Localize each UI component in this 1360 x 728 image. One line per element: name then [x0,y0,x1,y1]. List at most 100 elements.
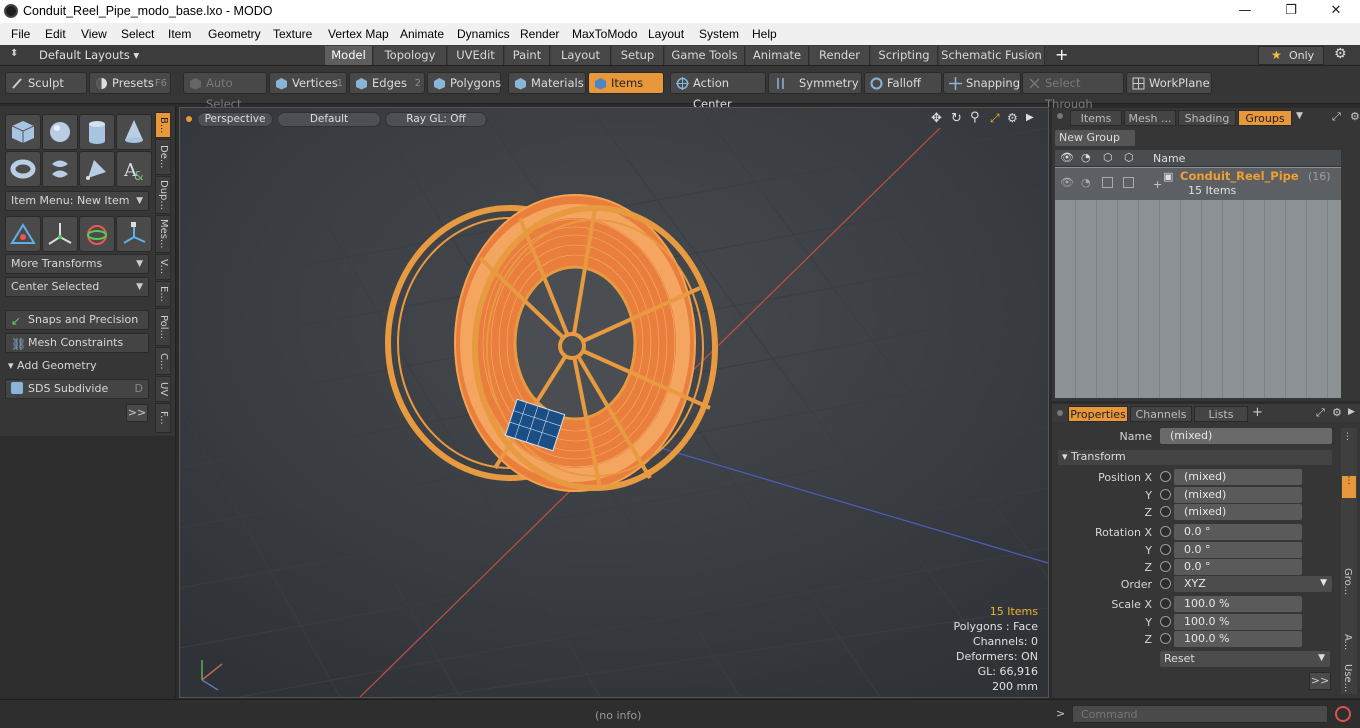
snapping-button[interactable]: Snapping [943,72,1021,94]
position-x-field[interactable]: (mixed) [1174,469,1302,485]
panel-gear-icon[interactable]: ⚙ [1350,110,1360,123]
name-field[interactable]: (mixed) [1160,428,1332,444]
polygons-button[interactable]: Polygons [427,72,501,94]
props-more-button[interactable]: >> [1309,672,1331,690]
menu-layout[interactable]: Layout [648,27,684,41]
lock-icon[interactable]: ⬡ [1103,151,1113,164]
tab-setup[interactable]: Setup [612,46,664,65]
vtab-uv[interactable]: UV [155,376,171,402]
rotation-x-anim-icon[interactable] [1160,526,1171,537]
scale-y-field[interactable]: 100.0 % [1174,614,1302,630]
props-expand-icon[interactable]: ⤢ [1316,406,1325,420]
tab-game-tools[interactable]: Game Tools [665,46,745,65]
orbit-icon[interactable]: ↻ [951,111,962,126]
sculpt-button[interactable]: Sculpt [5,72,87,94]
maximize-viewport-icon[interactable]: ⤢ [990,111,1000,126]
torus-tool-button[interactable] [5,151,41,187]
tab-layout[interactable]: Layout [551,46,611,65]
symmetry-button[interactable]: Symmetry [768,72,862,94]
snaps-precision-button[interactable]: ↙ Snaps and Precision [5,310,149,330]
cone-tool-button[interactable] [116,114,152,150]
vtab-fusion[interactable]: F... [155,403,171,433]
vtab-basic[interactable]: B... [155,112,171,138]
action-center-button[interactable]: Action Center [670,72,766,111]
visibility-eye-icon[interactable]: 👁 [1060,151,1074,164]
mesh-constraints-button[interactable]: ⛓ Mesh Constraints [5,333,149,353]
menu-render[interactable]: Render [520,27,559,41]
falloff-button[interactable]: Falloff [864,72,942,94]
groups-list[interactable]: 👁 ◔ ⬡ ⬡ Name 👁 ◔ + ▣ Conduit_Reel_Pipe (… [1055,150,1341,398]
rotate-tool-button[interactable] [42,216,78,252]
tab-items[interactable]: Items [1070,110,1122,126]
expand-icon[interactable]: + [1153,178,1162,191]
viewport-menu-arrow-icon[interactable]: ▶ [1026,112,1034,123]
tab-render[interactable]: Render [810,46,870,65]
close-button[interactable]: ✕ [1313,0,1359,23]
menu-view[interactable]: View [81,27,107,41]
expand-tools-button[interactable]: >> [126,404,148,422]
menu-texture[interactable]: Texture [273,27,312,41]
select-icon[interactable]: ⬡ [1124,151,1134,164]
maximize-button[interactable]: ❐ [1268,0,1314,23]
row-lock-checkbox[interactable] [1102,177,1113,188]
props-menu-icon[interactable]: ▶ [1348,407,1355,417]
panel-dot-icon[interactable] [1057,113,1063,119]
side-tab-groups[interactable]: Gro... [1342,568,1353,595]
reset-dropdown[interactable]: Reset ▼ [1160,651,1330,667]
rotation-x-field[interactable]: 0.0 ° [1174,524,1302,540]
menu-select[interactable]: Select [121,27,154,41]
vtab-mesh[interactable]: Mes... [155,215,171,253]
rotation-z-field[interactable]: 0.0 ° [1174,559,1302,575]
order-anim-icon[interactable] [1160,578,1171,589]
add-geometry-header[interactable]: ▾ Add Geometry [8,359,97,372]
order-dropdown[interactable]: XYZ ▼ [1174,576,1332,592]
side-tab-assembly[interactable]: A... [1342,634,1353,650]
auto-select-button[interactable]: Auto Select [183,72,267,111]
tab-topology[interactable]: Topology [374,46,447,65]
position-z-field[interactable]: (mixed) [1174,504,1302,520]
props-dot-icon[interactable] [1057,410,1063,416]
viewport-scene[interactable] [180,108,1048,697]
tab-paint[interactable]: Paint [505,46,550,65]
only-toggle[interactable]: ★ Only [1258,46,1324,65]
position-y-anim-icon[interactable] [1160,489,1171,500]
tab-model[interactable]: Model [325,46,373,65]
tab-animate[interactable]: Animate [746,46,809,65]
tab-shading[interactable]: Shading [1178,110,1236,126]
shading-button[interactable]: Default [277,112,381,127]
tab-scripting[interactable]: Scripting [871,46,938,65]
position-z-anim-icon[interactable] [1160,506,1171,517]
vtab-duplicate[interactable]: Dup... [155,176,171,214]
menu-animate[interactable]: Animate [400,27,444,41]
new-group-button[interactable]: New Group [1055,130,1135,146]
scale-y-anim-icon[interactable] [1160,616,1171,627]
side-tab-active[interactable]: ⋮ [1342,476,1356,498]
row-select-checkbox[interactable] [1123,177,1134,188]
menu-vertex-map[interactable]: Vertex Map [328,27,389,41]
viewport-gear-icon[interactable]: ⚙ [1007,111,1018,125]
menu-maxtomodo[interactable]: MaxToModo [572,27,637,41]
group-row[interactable]: 👁 ◔ + ▣ Conduit_Reel_Pipe (16) 15 Items [1055,168,1341,200]
scale-tool-button[interactable] [79,216,115,252]
sds-subdivide-button[interactable]: SDS Subdivide D [5,379,149,399]
items-button[interactable]: Items [588,72,664,94]
tab-uvedit[interactable]: UVEdit [448,46,504,65]
position-y-field[interactable]: (mixed) [1174,487,1302,503]
group-name[interactable]: Conduit_Reel_Pipe [1180,169,1299,183]
tab-schematic-fusion[interactable]: Schematic Fusion [939,46,1045,65]
menu-edit[interactable]: Edit [45,27,66,41]
menu-dynamics[interactable]: Dynamics [457,27,510,41]
pen-tool-button[interactable] [79,151,115,187]
raygl-button[interactable]: Ray GL: Off [385,112,487,127]
record-icon[interactable] [1335,706,1351,722]
rotation-z-anim-icon[interactable] [1160,561,1171,572]
tab-lists[interactable]: Lists [1194,406,1248,422]
gear-icon[interactable]: ⚙ [1334,46,1347,62]
tab-mesh[interactable]: Mesh ... [1124,110,1176,126]
tab-channels[interactable]: Channels [1130,406,1192,422]
rotation-y-field[interactable]: 0.0 ° [1174,542,1302,558]
row-render-icon[interactable]: ◔ [1081,176,1091,189]
select-through-button[interactable]: Select Through [1022,72,1124,111]
position-x-anim-icon[interactable] [1160,471,1171,482]
tab-groups[interactable]: Groups [1238,110,1292,126]
